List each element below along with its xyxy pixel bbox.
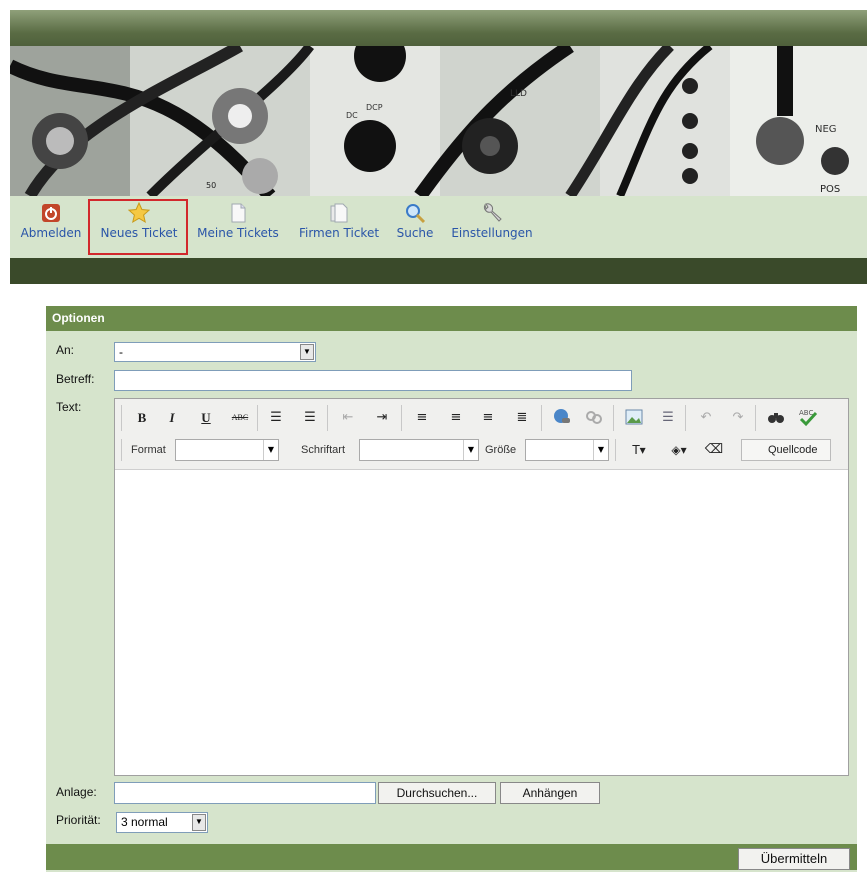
nav-my-tickets-label: Meine Tickets: [197, 226, 279, 240]
text-label: Text:: [56, 400, 82, 414]
editor-toolbar: B I U ABC ☰ ☰ ⇤ ⇥ ≡ ≡ ≡ ≣ ☰ ↶ ↷ ABC Form…: [115, 399, 848, 470]
align-right-icon[interactable]: ≡: [477, 407, 499, 429]
format-label: Format: [131, 444, 166, 456]
browse-button-label: Durchsuchen...: [396, 786, 478, 800]
attachment-file-input[interactable]: [114, 782, 376, 804]
chevron-down-icon: ▼: [300, 344, 314, 360]
unordered-list-icon[interactable]: ☰: [299, 407, 321, 429]
link-icon[interactable]: [551, 407, 573, 429]
submit-button[interactable]: Übermitteln: [738, 848, 850, 870]
priority-select-value: 3 normal: [121, 815, 168, 829]
italic-icon[interactable]: I: [161, 407, 183, 429]
browse-button[interactable]: Durchsuchen...: [378, 782, 496, 804]
document-icon: [231, 203, 246, 223]
priority-select[interactable]: 3 normal ▼: [116, 812, 208, 833]
spellcheck-icon[interactable]: ABC: [797, 407, 819, 429]
chevron-down-icon: ▼: [192, 814, 206, 831]
justify-icon[interactable]: ≣: [511, 407, 533, 429]
nav-company-ticket-label: Firmen Ticket: [298, 226, 380, 240]
nav-logout-label: Abmelden: [20, 226, 82, 240]
align-center-icon[interactable]: ≡: [445, 407, 467, 429]
magnifier-icon: [406, 204, 426, 224]
attach-button-label: Anhängen: [522, 786, 578, 800]
bold-icon[interactable]: B: [131, 407, 153, 429]
nav-company-ticket[interactable]: Firmen Ticket: [292, 202, 386, 240]
form-footer-bar: [46, 844, 857, 870]
size-label: Größe: [485, 444, 517, 456]
options-title: Optionen: [52, 311, 105, 325]
nav-search-label: Suche: [396, 226, 434, 240]
source-button-label: Quellcode: [768, 444, 818, 456]
nav-logout[interactable]: Abmelden: [16, 202, 86, 240]
horizontal-rule-icon[interactable]: ☰: [657, 407, 679, 429]
image-icon[interactable]: [623, 407, 645, 429]
ordered-list-icon[interactable]: ☰: [265, 407, 287, 429]
wrench-icon: [484, 203, 502, 222]
font-select[interactable]: ▼: [359, 439, 479, 461]
nav-settings-label: Einstellungen: [451, 226, 533, 240]
banner-label-pos: POS: [820, 184, 840, 195]
font-label: Schriftart: [301, 444, 346, 456]
align-left-icon[interactable]: ≡: [411, 407, 433, 429]
nav-settings[interactable]: Einstellungen: [446, 202, 538, 240]
nav-bottom-bar: [10, 258, 867, 284]
banner-label-50: 50: [206, 181, 216, 190]
nav-my-tickets[interactable]: Meine Tickets: [192, 202, 284, 240]
submit-button-label: Übermitteln: [760, 851, 828, 866]
attachment-label: Anlage:: [56, 785, 97, 799]
active-nav-highlight: [88, 199, 188, 255]
banner-label-neg: NEG: [815, 124, 837, 135]
priority-label: Priorität:: [56, 813, 101, 827]
format-select[interactable]: ▼: [175, 439, 279, 461]
chevron-down-icon: ▼: [263, 440, 278, 460]
underline-icon[interactable]: U: [195, 407, 217, 429]
redo-icon[interactable]: ↷: [727, 407, 749, 429]
subject-label: Betreff:: [56, 372, 95, 386]
banner-label-lld: LLD: [510, 89, 527, 99]
outdent-icon[interactable]: ⇤: [337, 407, 359, 429]
strikethrough-icon[interactable]: ABC: [229, 407, 251, 429]
eraser-icon[interactable]: ⌫: [703, 439, 725, 461]
recipient-select-value: -: [119, 345, 123, 359]
background-color-icon[interactable]: ◈▾: [661, 439, 697, 461]
header-banner-image: DC DCP LLD NEG POS 50: [10, 46, 867, 196]
editor-content-area[interactable]: [115, 470, 848, 775]
subject-input[interactable]: [114, 370, 632, 391]
indent-icon[interactable]: ⇥: [371, 407, 393, 429]
top-header-bar: [10, 10, 867, 48]
source-button[interactable]: Quellcode: [741, 439, 831, 461]
options-header: Optionen: [46, 306, 857, 331]
recipient-select[interactable]: - ▼: [114, 342, 316, 362]
power-icon: [42, 204, 60, 222]
banner-label-dc: DC: [346, 111, 358, 120]
undo-icon[interactable]: ↶: [695, 407, 717, 429]
nav-search[interactable]: Suche: [392, 202, 438, 240]
unlink-icon[interactable]: [583, 407, 605, 429]
size-select[interactable]: ▼: [525, 439, 609, 461]
chevron-down-icon: ▼: [593, 440, 608, 460]
rich-text-editor: B I U ABC ☰ ☰ ⇤ ⇥ ≡ ≡ ≡ ≣ ☰ ↶ ↷ ABC Form…: [114, 398, 849, 776]
text-color-icon[interactable]: T▾: [621, 439, 657, 461]
documents-icon: [330, 203, 348, 223]
find-icon[interactable]: [765, 407, 787, 429]
recipient-label: An:: [56, 343, 75, 357]
attach-button[interactable]: Anhängen: [500, 782, 600, 804]
chevron-down-icon: ▼: [463, 440, 478, 460]
svg-text:ABC: ABC: [799, 409, 813, 417]
banner-label-dcp: DCP: [366, 103, 383, 112]
banner-cables-illustration: DC DCP LLD NEG POS 50: [10, 46, 867, 196]
